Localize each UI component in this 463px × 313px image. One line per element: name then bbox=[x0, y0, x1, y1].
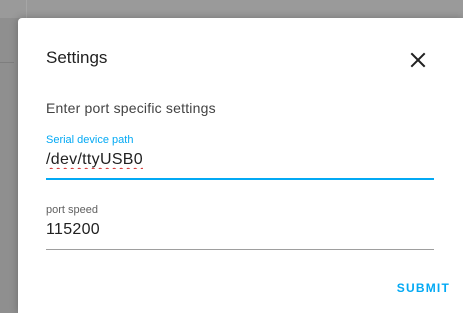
serial-device-path-field: Serial device path bbox=[46, 134, 434, 180]
port-speed-field: port speed bbox=[46, 204, 434, 250]
backdrop-divider bbox=[26, 0, 27, 18]
serial-device-path-underline bbox=[46, 178, 434, 180]
dialog-subtitle: Enter port specific settings bbox=[46, 100, 216, 116]
serial-device-path-input[interactable] bbox=[46, 148, 434, 172]
close-button[interactable] bbox=[406, 48, 430, 72]
backdrop-separator bbox=[0, 62, 14, 63]
backdrop-toolbar bbox=[0, 0, 463, 18]
dialog-title: Settings bbox=[46, 48, 108, 67]
settings-dialog: Settings Enter port specific settings Se… bbox=[18, 18, 463, 313]
port-speed-underline bbox=[46, 249, 434, 250]
close-icon bbox=[410, 52, 426, 68]
port-speed-input[interactable] bbox=[46, 218, 434, 242]
port-speed-label: port speed bbox=[46, 204, 98, 216]
serial-device-path-label: Serial device path bbox=[46, 134, 134, 146]
submit-button[interactable]: SUBMIT bbox=[380, 276, 450, 300]
